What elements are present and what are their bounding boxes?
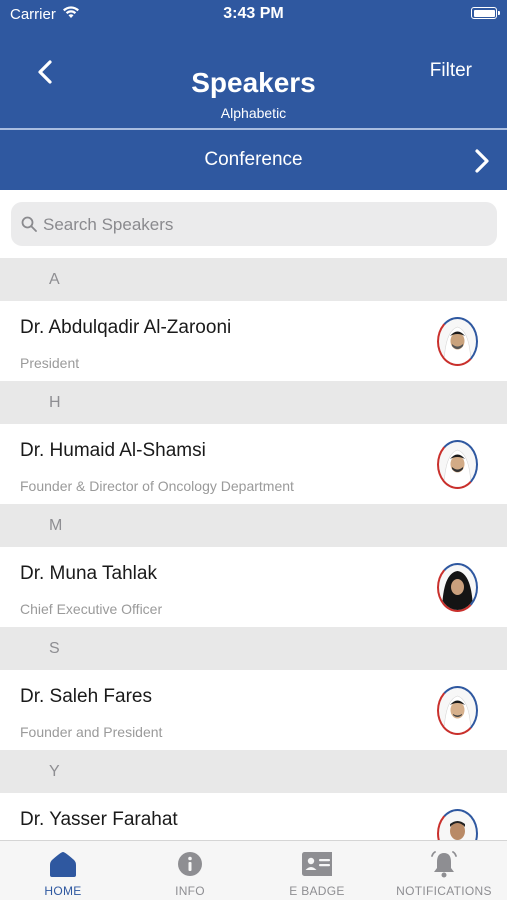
battery-icon [471, 7, 500, 19]
search-area: Search Speakers [0, 190, 507, 258]
speaker-row[interactable]: Dr. Abdulqadir Al-Zarooni President [0, 301, 507, 381]
speaker-role: Chief Executive Officer [20, 601, 163, 617]
speaker-list[interactable]: A Dr. Abdulqadir Al-Zarooni President H … [0, 258, 507, 840]
tab-home[interactable]: HOME [0, 841, 126, 900]
info-icon [178, 852, 202, 876]
speaker-role: President [20, 355, 80, 371]
avatar [437, 563, 478, 612]
badge-icon [302, 852, 332, 876]
page-subtitle: Alphabetic [220, 105, 287, 121]
section-header: S [0, 627, 507, 670]
navigation-bar: Speakers Alphabetic Filter [0, 30, 507, 128]
speaker-name: Dr. Yasser Farahat [20, 809, 178, 830]
search-icon [21, 216, 37, 232]
bell-icon [431, 851, 457, 878]
tab-label: NOTIFICATIONS [396, 884, 492, 898]
speaker-role: Founder and President [20, 724, 163, 740]
status-bar: Carrier 3:43 PM [0, 0, 507, 30]
speaker-name: Dr. Abdulqadir Al-Zarooni [20, 317, 232, 338]
section-header: H [0, 381, 507, 424]
avatar [437, 686, 478, 735]
tab-info[interactable]: INFO [127, 841, 253, 900]
speaker-name: Dr. Saleh Fares [20, 686, 152, 707]
tab-notifications[interactable]: NOTIFICATIONS [381, 841, 507, 900]
avatar [437, 440, 478, 489]
speaker-name: Dr. Humaid Al-Shamsi [20, 440, 206, 461]
conference-selector[interactable]: Conference [0, 130, 507, 190]
conference-label: Conference [204, 149, 303, 170]
tab-label: HOME [44, 884, 82, 898]
speaker-name: Dr. Muna Tahlak [20, 563, 157, 584]
speaker-row[interactable]: Dr. Saleh Fares Founder and President [0, 670, 507, 750]
tab-label: E BADGE [289, 884, 345, 898]
speaker-row[interactable]: Dr. Muna Tahlak Chief Executive Officer [0, 547, 507, 627]
avatar [437, 809, 478, 840]
chevron-right-icon [475, 149, 489, 173]
filter-button[interactable]: Filter [430, 60, 472, 82]
home-icon [50, 852, 76, 877]
section-header: M [0, 504, 507, 547]
search-placeholder: Search Speakers [43, 215, 174, 234]
tab-e-badge[interactable]: E BADGE [254, 841, 380, 900]
tab-label: INFO [175, 884, 205, 898]
avatar [437, 317, 478, 366]
speaker-role: Founder & Director of Oncology Departmen… [20, 478, 294, 494]
tab-bar: HOME INFO E BADGE NOTIFICATIONS [0, 840, 507, 900]
speaker-row[interactable]: Dr. Yasser Farahat [0, 793, 507, 840]
search-input[interactable]: Search Speakers [11, 202, 497, 246]
speaker-row[interactable]: Dr. Humaid Al-Shamsi Founder & Director … [0, 424, 507, 504]
status-time: 3:43 PM [223, 5, 284, 22]
section-header: A [0, 258, 507, 301]
section-header: Y [0, 750, 507, 793]
